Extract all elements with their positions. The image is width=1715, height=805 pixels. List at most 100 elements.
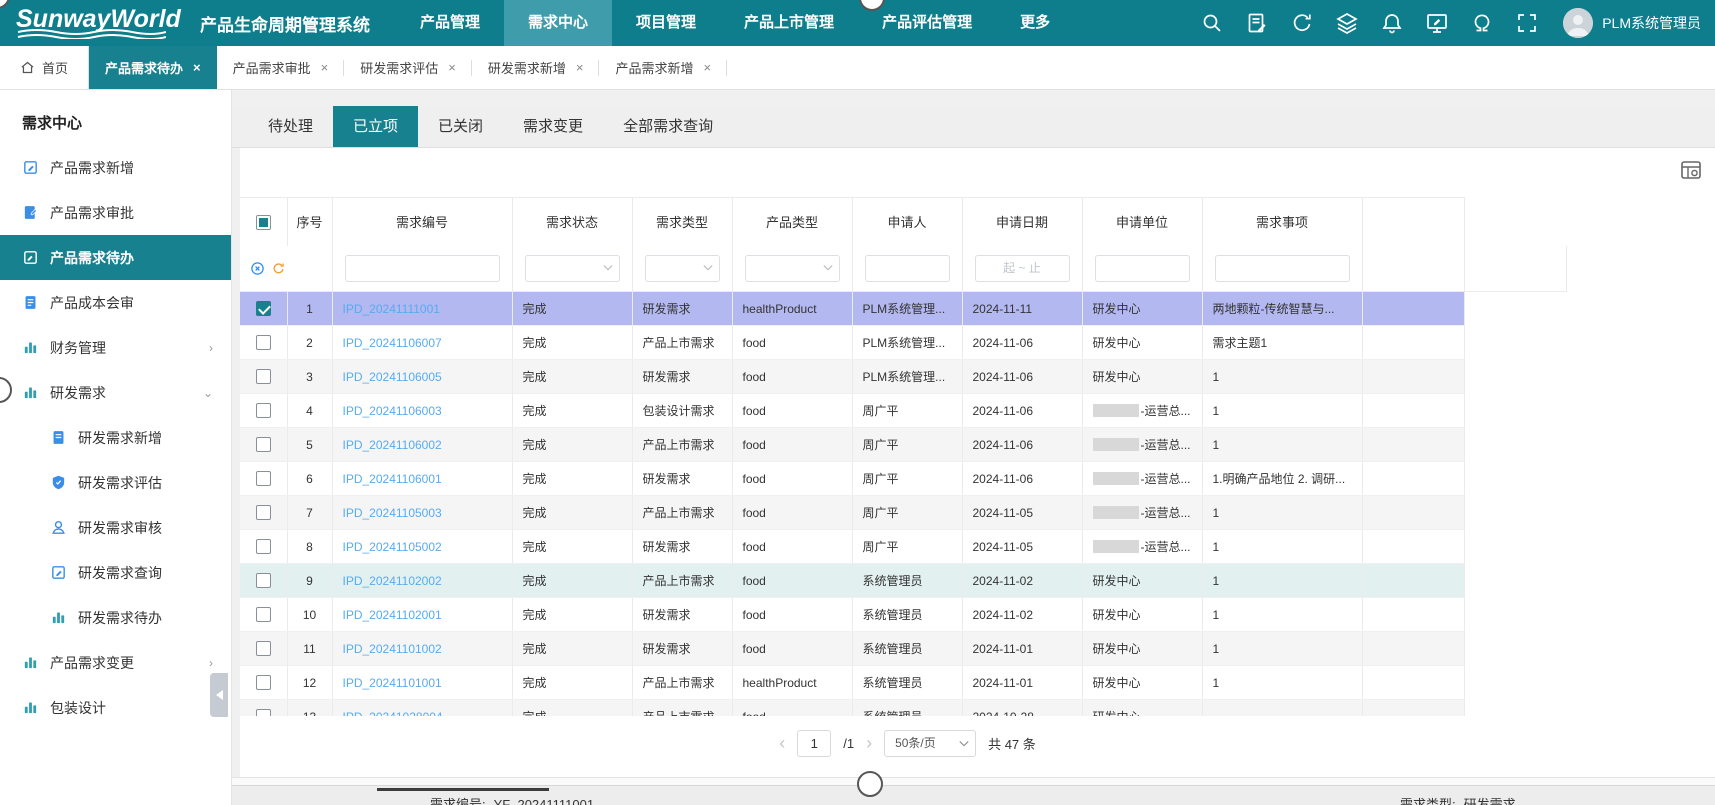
row-checkbox[interactable] (256, 573, 271, 588)
sidebar-item-产品需求变更[interactable]: 产品需求变更› (0, 640, 231, 685)
monitor-edit-icon[interactable] (1425, 11, 1449, 35)
close-tab-icon[interactable]: × (703, 60, 711, 75)
view-tab-全部需求查询[interactable]: 全部需求查询 (603, 106, 733, 147)
table-settings-icon[interactable] (1679, 158, 1703, 182)
current-page-input[interactable]: 1 (797, 730, 831, 757)
table-row[interactable]: 10IPD_20241102001完成研发需求food系统管理员2024-11-… (240, 598, 1567, 632)
close-tab-icon[interactable]: × (321, 60, 329, 75)
sidebar-item-研发需求新增[interactable]: 研发需求新增 (0, 415, 231, 460)
table-row[interactable]: 3IPD_20241106005完成研发需求foodPLM系统管理...2024… (240, 360, 1567, 394)
menu-item-项目管理[interactable]: 项目管理 (612, 0, 720, 46)
select-all-checkbox[interactable] (256, 215, 271, 230)
close-tab-icon[interactable]: × (448, 60, 456, 75)
requirement-link[interactable]: IPD_20241105002 (343, 540, 442, 554)
window-tab-产品需求待办[interactable]: 产品需求待办× (89, 46, 217, 89)
menu-item-产品管理[interactable]: 产品管理 (396, 0, 504, 46)
horizontal-splitter[interactable] (232, 777, 1715, 786)
row-checkbox[interactable] (256, 539, 271, 554)
filter-select[interactable] (525, 255, 620, 282)
row-checkbox[interactable] (256, 369, 271, 384)
sidebar-item-产品需求审批[interactable]: 产品需求审批 (0, 190, 231, 235)
row-checkbox[interactable] (256, 709, 271, 716)
row-checkbox[interactable] (256, 301, 271, 316)
requirement-link[interactable]: IPD_20241105003 (343, 506, 442, 520)
avatar[interactable] (1563, 8, 1593, 38)
table-row[interactable]: 2IPD_20241106007完成产品上市需求foodPLM系统管理...20… (240, 326, 1567, 360)
filter-input[interactable] (345, 255, 500, 282)
table-row[interactable]: 12IPD_20241101001完成产品上市需求healthProduct系统… (240, 666, 1567, 700)
filter-select[interactable] (745, 255, 840, 282)
filter-date-range[interactable]: 起 ~ 止 (975, 255, 1070, 282)
sidebar-item-财务管理[interactable]: 财务管理› (0, 325, 231, 370)
prev-page-button[interactable]: ‹ (779, 734, 785, 752)
row-checkbox[interactable] (256, 641, 271, 656)
sidebar-item-产品需求新增[interactable]: 产品需求新增 (0, 145, 231, 190)
row-checkbox[interactable] (256, 675, 271, 690)
menu-item-更多[interactable]: 更多 (996, 0, 1074, 46)
menu-item-需求中心[interactable]: 需求中心 (504, 0, 612, 46)
requirement-link[interactable]: IPD_20241106007 (343, 336, 442, 350)
sidebar-item-研发需求评估[interactable]: 研发需求评估 (0, 460, 231, 505)
view-tab-已立项[interactable]: 已立项 (333, 106, 418, 147)
requirement-link[interactable]: IPD_20241101002 (343, 642, 442, 656)
view-tab-已关闭[interactable]: 已关闭 (418, 106, 503, 147)
page-size-select[interactable]: 50条/页 (884, 730, 976, 757)
filter-select[interactable] (645, 255, 720, 282)
window-tab-研发需求新增[interactable]: 研发需求新增× (472, 46, 600, 89)
window-tab-产品需求新增[interactable]: 产品需求新增× (599, 46, 727, 89)
requirement-link[interactable]: IPD_20241102002 (343, 574, 442, 588)
form-icon[interactable] (1245, 11, 1269, 35)
table-row[interactable]: 8IPD_20241105002完成研发需求food周广平2024-11-05-… (240, 530, 1567, 564)
row-checkbox[interactable] (256, 437, 271, 452)
table-row[interactable]: 5IPD_20241106002完成产品上市需求food周广平2024-11-0… (240, 428, 1567, 462)
sidebar-item-包装设计[interactable]: 包装设计 (0, 685, 231, 730)
requirement-link[interactable]: IPD_20241106003 (343, 404, 442, 418)
splitter-drag-handle[interactable] (857, 771, 883, 797)
refresh-icon[interactable] (1290, 11, 1314, 35)
table-row[interactable]: 13IPD_20241028004完成产品上市需求food系统管理员2024-1… (240, 700, 1567, 717)
sidebar-collapse-handle[interactable] (210, 673, 228, 717)
clear-filter-icon[interactable] (250, 261, 265, 276)
sidebar-item-产品需求待办[interactable]: 产品需求待办 (0, 235, 231, 280)
table-row[interactable]: 11IPD_20241101002完成研发需求food系统管理员2024-11-… (240, 632, 1567, 666)
tab-home[interactable]: 首页 (0, 46, 89, 89)
requirement-link[interactable]: IPD_20241102001 (343, 608, 442, 622)
close-tab-icon[interactable]: × (576, 60, 584, 75)
sidebar-item-产品成本会审[interactable]: 产品成本会审 (0, 280, 231, 325)
requirement-link[interactable]: IPD_20241106005 (343, 370, 442, 384)
sidebar-item-研发需求[interactable]: 研发需求⌄ (0, 370, 231, 415)
filter-input[interactable] (1095, 255, 1190, 282)
row-checkbox[interactable] (256, 335, 271, 350)
table-row[interactable]: 6IPD_20241106001完成研发需求food周广平2024-11-06-… (240, 462, 1567, 496)
row-checkbox[interactable] (256, 505, 271, 520)
layers-icon[interactable] (1335, 11, 1359, 35)
omega-icon[interactable] (1470, 11, 1494, 35)
requirement-link[interactable]: IPD_20241028004 (343, 710, 443, 717)
requirement-link[interactable]: IPD_20241106001 (343, 472, 442, 486)
table-row[interactable]: 4IPD_20241106003完成包装设计需求food周广平2024-11-0… (240, 394, 1567, 428)
window-tab-产品需求审批[interactable]: 产品需求审批× (217, 46, 345, 89)
reset-filter-icon[interactable] (271, 261, 286, 276)
sidebar-item-研发需求待办[interactable]: 研发需求待办 (0, 595, 231, 640)
window-tab-研发需求评估[interactable]: 研发需求评估× (344, 46, 472, 89)
sidebar-item-研发需求查询[interactable]: 研发需求查询 (0, 550, 231, 595)
row-checkbox[interactable] (256, 403, 271, 418)
next-page-button[interactable]: › (866, 734, 872, 752)
close-tab-icon[interactable]: × (193, 60, 201, 75)
view-tab-需求变更[interactable]: 需求变更 (503, 106, 603, 147)
row-checkbox[interactable] (256, 471, 271, 486)
requirement-link[interactable]: IPD_20241106002 (343, 438, 442, 452)
row-checkbox[interactable] (256, 607, 271, 622)
fullscreen-icon[interactable] (1515, 11, 1539, 35)
search-icon[interactable] (1200, 11, 1224, 35)
table-row[interactable]: 1IPD_20241111001完成研发需求healthProductPLM系统… (240, 292, 1567, 326)
view-tab-待处理[interactable]: 待处理 (248, 106, 333, 147)
sidebar-item-研发需求审核[interactable]: 研发需求审核 (0, 505, 231, 550)
table-row[interactable]: 9IPD_20241102002完成产品上市需求food系统管理员2024-11… (240, 564, 1567, 598)
requirement-link[interactable]: IPD_20241101001 (343, 676, 442, 690)
table-row[interactable]: 7IPD_20241105003完成产品上市需求food周广平2024-11-0… (240, 496, 1567, 530)
bell-icon[interactable] (1380, 11, 1404, 35)
menu-item-产品上市管理[interactable]: 产品上市管理 (720, 0, 858, 46)
filter-input[interactable] (865, 255, 950, 282)
requirement-link[interactable]: IPD_20241111001 (343, 302, 440, 316)
